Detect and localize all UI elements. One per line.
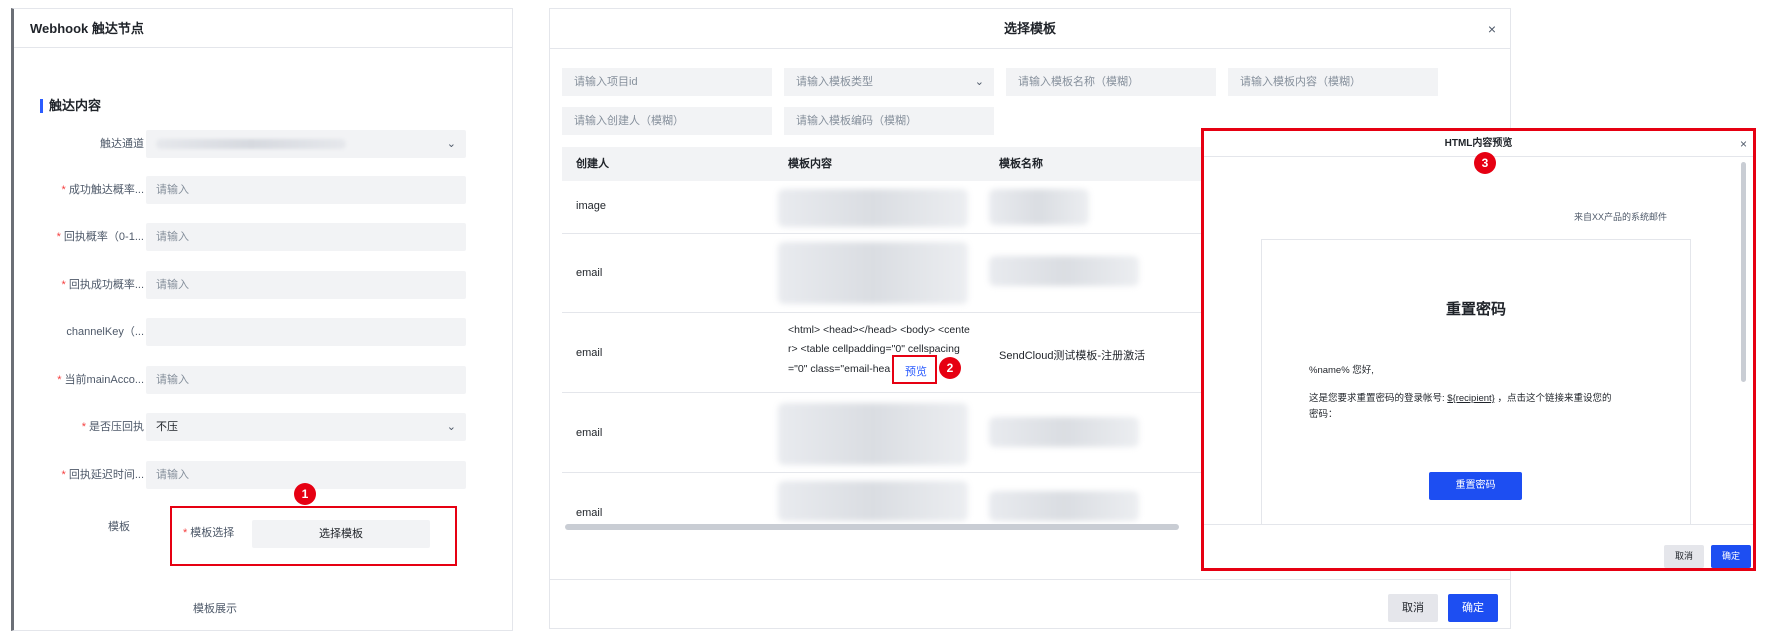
email-heading: 重置密码 (1445, 301, 1506, 318)
close-icon[interactable]: × (1488, 9, 1496, 49)
channel-key-input[interactable] (146, 318, 466, 346)
preview-body: 来自XX产品的系统邮件 重置密码 %name% 您好, 这是您要求重置密码的登录… (1204, 158, 1753, 524)
annotation-badge-3: 3 (1474, 152, 1496, 174)
field-main-account: * 当前mainAcco... 请输入 (14, 366, 474, 394)
column-header: 创建人 (576, 158, 609, 170)
receipt-success-rate-input[interactable]: 请输入 (146, 271, 466, 299)
column-header: 模板内容 (788, 158, 832, 170)
html-preview-dialog: HTML内容预览 × 来自XX产品的系统邮件 重置密码 %name% 您好, 这… (1201, 128, 1756, 571)
modal-title: 选择模板 (550, 9, 1510, 49)
section-title: 触达内容 (40, 99, 101, 113)
blurred-name (989, 491, 1139, 521)
channel-select[interactable]: ⌄ (146, 130, 466, 158)
field-label: 回执成功概率... (68, 279, 144, 291)
annotation-box-1 (170, 506, 457, 566)
email-card: 重置密码 %name% 您好, 这是您要求重置密码的登录帐号: ${recipi… (1261, 239, 1691, 524)
reset-password-button[interactable]: 重置密码 (1429, 472, 1522, 500)
horizontal-scrollbar[interactable] (565, 524, 1179, 530)
creator-input[interactable]: 请输入创建人（模糊） (562, 107, 772, 135)
suppress-receipt-select[interactable]: 不压 ⌄ (146, 413, 466, 441)
field-success-rate: * 成功触达概率... 请输入 (14, 176, 474, 204)
field-label: 回执延迟时间... (68, 469, 144, 481)
template-name-input[interactable]: 请输入模板名称（模糊） (1006, 68, 1216, 96)
confirm-button[interactable]: 确定 (1448, 594, 1498, 622)
cancel-button[interactable]: 取消 (1388, 594, 1438, 622)
field-channel-key: channelKey（... (14, 318, 474, 346)
field-label: 触达通道 (100, 138, 144, 150)
chevron-down-icon: ⌄ (974, 76, 984, 88)
panel-title: Webhook 触达节点 (14, 9, 512, 48)
field-label: 成功触达概率... (68, 184, 144, 196)
blurred-name (989, 256, 1139, 286)
email-greeting: %name% 您好, (1309, 365, 1374, 376)
field-channel: 触达通道 ⌄ (14, 130, 474, 158)
blurred-name (989, 189, 1089, 225)
sender-note: 来自XX产品的系统邮件 (1574, 212, 1668, 222)
receipt-rate-input[interactable]: 请输入 (146, 223, 466, 251)
annotation-box-2 (892, 355, 937, 384)
confirm-button[interactable]: 确定 (1711, 545, 1751, 568)
template-code-input[interactable]: 请输入模板编码（模糊） (784, 107, 994, 135)
blurred-content (778, 481, 968, 521)
template-display-label: 模板展示 (193, 603, 237, 615)
blurred-content (778, 403, 968, 465)
blurred-name (989, 417, 1139, 447)
close-icon[interactable]: × (1740, 131, 1747, 157)
main-account-input[interactable]: 请输入 (146, 366, 466, 394)
success-rate-input[interactable]: 请输入 (146, 176, 466, 204)
blurred-value (156, 139, 346, 150)
divider (1204, 524, 1753, 525)
vertical-scrollbar[interactable] (1741, 162, 1746, 382)
divider (550, 579, 1510, 580)
annotation-badge-1: 1 (294, 483, 316, 505)
email-body-line1: 这是您要求重置密码的登录帐号: ${recipient} ，点击这个链接来重设您… (1309, 393, 1612, 404)
chevron-down-icon: ⌄ (446, 421, 456, 433)
field-label: 回执概率（0-1... (63, 231, 144, 243)
cancel-button[interactable]: 取消 (1664, 545, 1704, 568)
template-label: 模板 (108, 521, 130, 533)
template-content-input[interactable]: 请输入模板内容（模糊） (1228, 68, 1438, 96)
template-type-select[interactable]: 请输入模板类型 ⌄ (784, 68, 994, 96)
field-label: channelKey（... (66, 326, 144, 338)
chevron-down-icon: ⌄ (446, 138, 456, 150)
field-suppress-receipt: * 是否压回执 不压 ⌄ (14, 413, 474, 441)
blurred-content (778, 189, 968, 227)
field-label: 当前mainAcco... (64, 374, 144, 386)
annotation-badge-2: 2 (939, 357, 961, 379)
email-body-line2: 密码： (1309, 409, 1338, 420)
column-header: 模板名称 (999, 158, 1043, 170)
field-label: 是否压回执 (89, 421, 144, 433)
blurred-content (778, 242, 968, 304)
project-id-input[interactable]: 请输入项目id (562, 68, 772, 96)
field-receipt-success-rate: * 回执成功概率... 请输入 (14, 271, 474, 299)
field-receipt-delay: * 回执延迟时间... 请输入 (14, 461, 474, 489)
field-receipt-rate: * 回执概率（0-1... 请输入 (14, 223, 474, 251)
